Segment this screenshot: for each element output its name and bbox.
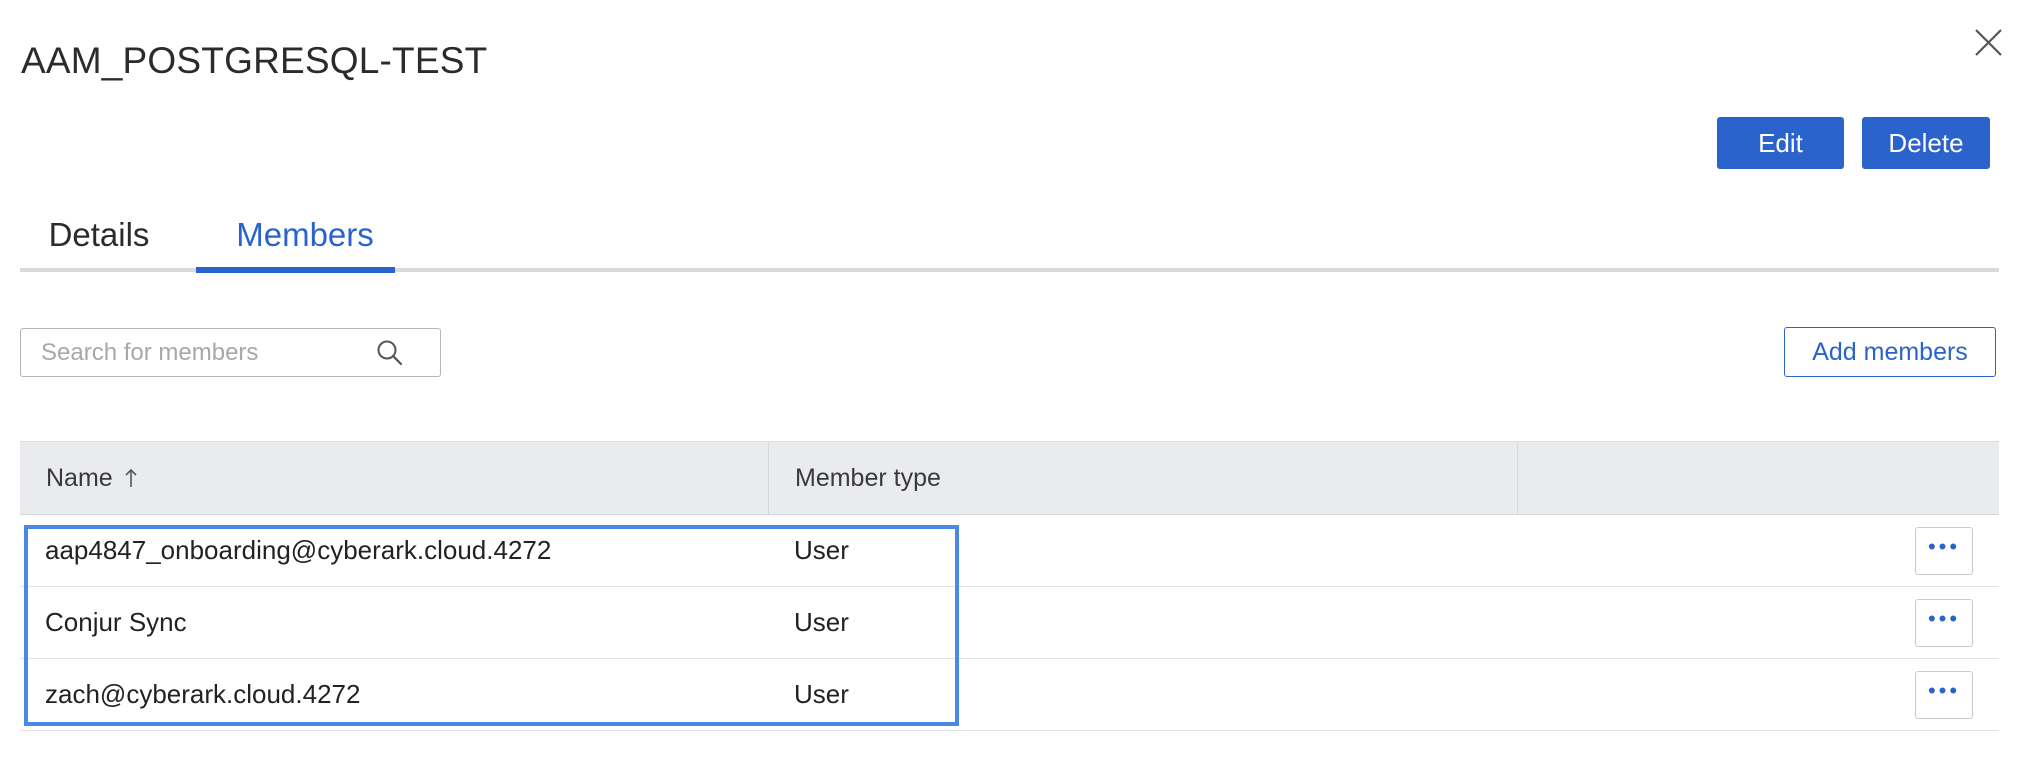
more-icon: ••• [1927, 606, 1961, 631]
column-header-member-type[interactable]: Member type [769, 442, 1518, 514]
close-button[interactable] [1968, 22, 2006, 60]
table-row[interactable]: Conjur Sync User ••• [20, 587, 1999, 659]
more-icon: ••• [1927, 678, 1961, 703]
row-more-button[interactable]: ••• [1915, 527, 1973, 575]
table-row[interactable]: zach@cyberark.cloud.4272 User ••• [20, 659, 1999, 731]
more-icon: ••• [1927, 534, 1961, 559]
member-type: User [794, 535, 849, 565]
tab-details[interactable]: Details [20, 200, 178, 270]
edit-button[interactable]: Edit [1717, 117, 1844, 169]
column-header-actions [1518, 442, 1999, 514]
member-name: zach@cyberark.cloud.4272 [45, 679, 361, 709]
column-header-name-label: Name [46, 463, 113, 492]
member-type: User [794, 679, 849, 709]
add-members-button[interactable]: Add members [1784, 327, 1996, 377]
search-box [20, 328, 441, 377]
close-icon [1975, 29, 2002, 56]
row-more-button[interactable]: ••• [1915, 671, 1973, 719]
tab-bar: Details Members [20, 200, 1999, 274]
search-icon[interactable] [375, 338, 405, 368]
members-table: Name Member type aap4847_onboarding@cybe… [20, 441, 1999, 731]
row-more-button[interactable]: ••• [1915, 599, 1973, 647]
search-input[interactable] [39, 329, 373, 377]
member-name: Conjur Sync [45, 607, 187, 637]
table-header: Name Member type [20, 441, 1999, 515]
column-header-name[interactable]: Name [20, 442, 769, 514]
arrow-up-icon [125, 468, 137, 487]
member-type: User [794, 607, 849, 637]
member-name: aap4847_onboarding@cyberark.cloud.4272 [45, 535, 552, 565]
delete-button[interactable]: Delete [1862, 117, 1990, 169]
page-title: AAM_POSTGRESQL-TEST [21, 40, 488, 81]
column-header-member-type-label: Member type [795, 463, 941, 492]
active-tab-indicator [196, 267, 395, 273]
table-row[interactable]: aap4847_onboarding@cyberark.cloud.4272 U… [20, 515, 1999, 587]
tab-members[interactable]: Members [196, 200, 414, 270]
